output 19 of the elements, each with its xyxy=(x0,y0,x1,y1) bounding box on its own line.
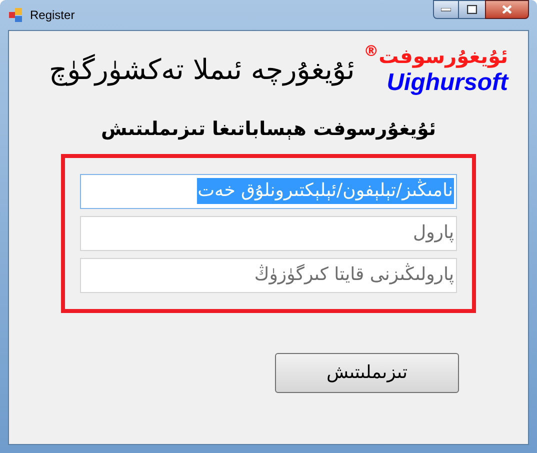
minimize-icon xyxy=(441,8,451,12)
register-button[interactable]: تىزىملىتىش xyxy=(275,352,459,392)
field-placeholder: پارول xyxy=(413,221,454,245)
app-icon xyxy=(8,7,24,23)
minimize-button[interactable] xyxy=(433,0,459,19)
window-title: Register xyxy=(30,7,75,24)
close-icon xyxy=(502,5,512,14)
field-value: نامىڭىز/تېلېفون/ئېلېكتىرونلۇق خەت xyxy=(196,178,454,204)
brand-name: ئۇيغۇرسوفت$^{®}$ xyxy=(364,43,508,69)
input-field[interactable]: نامىڭىز/تېلېفون/ئېلېكتىرونلۇق خەت xyxy=(80,174,457,208)
app-title: ئۇيغۇرچە ئىملا تەكشۈرگۈچ xyxy=(49,52,355,88)
input-field[interactable]: پارولىڭىزنى قايتا كىرگۈزۈڭ xyxy=(80,258,457,292)
close-button[interactable] xyxy=(485,0,529,19)
field-placeholder: پارولىڭىزنى قايتا كىرگۈزۈڭ xyxy=(254,262,454,287)
input-field[interactable]: پارول xyxy=(80,216,457,250)
maximize-icon xyxy=(467,5,477,14)
maximize-button[interactable] xyxy=(459,0,485,19)
form-heading: ئۇيغۇرسوفت ھېساباتىغا تىزىملىتىش xyxy=(100,117,436,142)
brand-latin: Uighursoft xyxy=(386,69,508,97)
